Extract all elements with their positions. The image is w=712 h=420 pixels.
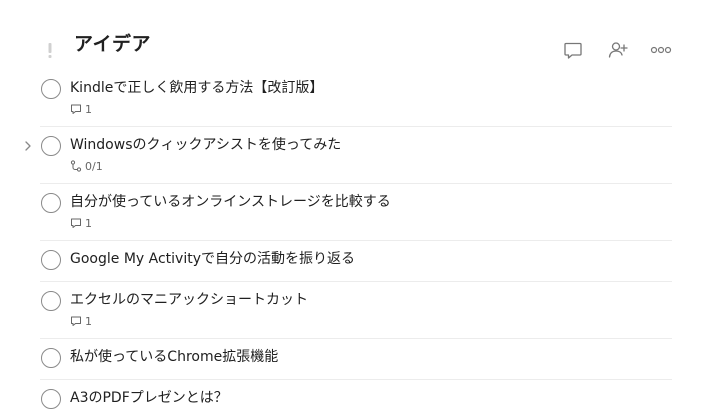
comment-count-text: 1 xyxy=(85,216,92,230)
task-checkbox[interactable] xyxy=(41,193,61,213)
task-checkbox[interactable] xyxy=(41,136,61,156)
task-title[interactable]: 自分が使っているオンラインストレージを比較する xyxy=(70,192,391,212)
task-checkbox[interactable] xyxy=(41,348,61,368)
task-item[interactable]: 自分が使っているオンラインストレージを比較する 1 xyxy=(0,184,712,241)
subtask-count-text: 0/1 xyxy=(85,159,103,173)
subtask-icon xyxy=(70,160,82,172)
task-item[interactable]: 私が使っているChrome拡張機能 xyxy=(0,339,712,380)
task-title[interactable]: Google My Activityで自分の活動を振り返る xyxy=(70,249,355,269)
comment-icon xyxy=(71,316,81,326)
drag-handle-icon[interactable] xyxy=(44,41,56,59)
task-item[interactable]: Kindleで正しく飲用する方法【改訂版】 1 xyxy=(0,70,712,127)
comment-count[interactable]: 1 xyxy=(70,314,92,328)
task-checkbox[interactable] xyxy=(41,250,61,270)
add-person-icon xyxy=(608,42,628,58)
task-item[interactable]: A3のPDFプレゼンとは？ xyxy=(0,380,712,420)
task-item[interactable]: Google My Activityで自分の活動を振り返る xyxy=(0,241,712,282)
task-checkbox[interactable] xyxy=(41,291,61,311)
task-item[interactable]: Windowsのクィックアシストを使ってみた 0/1 xyxy=(0,127,712,184)
task-checkbox[interactable] xyxy=(41,389,61,409)
subtask-count[interactable]: 0/1 xyxy=(70,159,103,173)
task-title[interactable]: A3のPDFプレゼンとは？ xyxy=(70,388,228,408)
task-title[interactable]: Windowsのクィックアシストを使ってみた xyxy=(70,135,341,155)
task-checkbox[interactable] xyxy=(41,79,61,99)
more-options-button[interactable] xyxy=(648,37,674,63)
comment-count[interactable]: 1 xyxy=(70,216,92,230)
task-title[interactable]: エクセルのマニアックショートカット xyxy=(70,290,308,310)
task-title[interactable]: 私が使っているChrome拡張機能 xyxy=(70,347,278,367)
comments-button[interactable] xyxy=(560,37,586,63)
comment-count-text: 1 xyxy=(85,314,92,328)
task-title[interactable]: Kindleで正しく飲用する方法【改訂版】 xyxy=(70,78,323,98)
comment-icon xyxy=(71,104,81,114)
comment-count-text: 1 xyxy=(85,102,92,116)
more-icon xyxy=(650,46,672,54)
comment-count[interactable]: 1 xyxy=(70,102,92,116)
comment-icon xyxy=(564,42,582,59)
page-title: アイデア xyxy=(74,33,152,55)
project-header: アイデア xyxy=(0,0,712,76)
comment-icon xyxy=(71,218,81,228)
share-button[interactable] xyxy=(605,37,631,63)
task-item[interactable]: エクセルのマニアックショートカット 1 xyxy=(0,282,712,339)
chevron-right-icon[interactable] xyxy=(22,139,34,153)
